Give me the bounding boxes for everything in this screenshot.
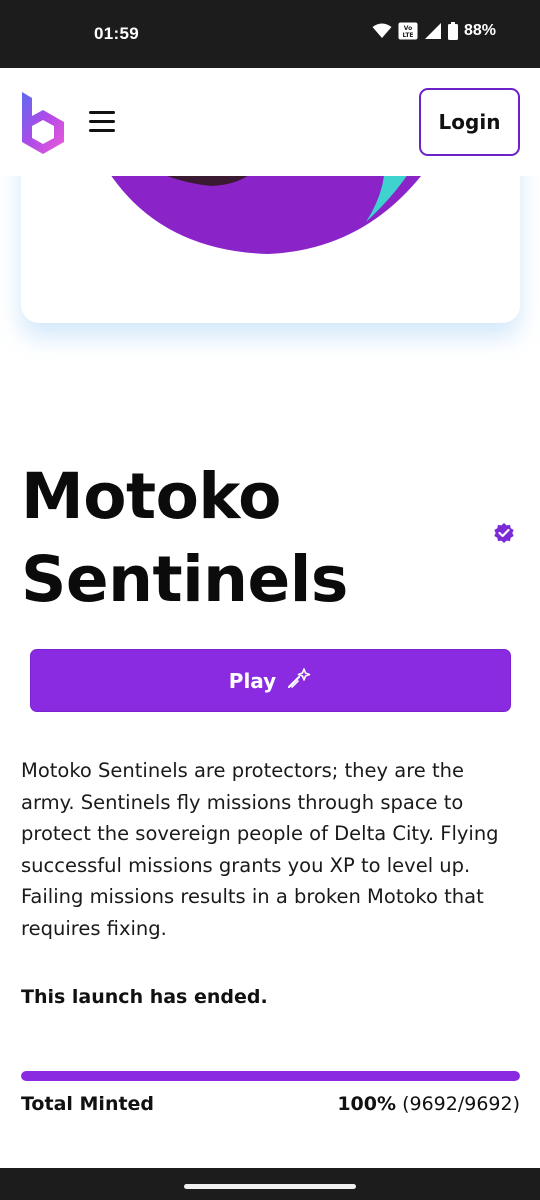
- minted-label: Total Minted: [21, 1093, 155, 1115]
- magic-wand-icon: [286, 666, 312, 695]
- battery-percent: 88%: [463, 22, 496, 39]
- minted-value: 100% (9692/9692): [337, 1093, 520, 1115]
- minted-count: (9692/9692): [402, 1093, 520, 1115]
- launch-status: This launch has ended.: [21, 986, 268, 1008]
- system-nav-bar: [0, 1168, 540, 1200]
- wifi-icon: [372, 23, 392, 39]
- b-logo-icon[interactable]: [20, 90, 66, 158]
- minted-progress-bar: [21, 1071, 520, 1081]
- status-time: 01:59: [94, 24, 139, 43]
- login-button[interactable]: Login: [419, 88, 520, 156]
- signal-icon: [424, 22, 442, 40]
- play-button[interactable]: Play: [30, 649, 511, 712]
- verified-badge-icon: [493, 522, 515, 548]
- minted-progress-fill: [21, 1071, 520, 1081]
- volte-icon: Vo LTE: [398, 22, 418, 40]
- site-header: Login: [0, 68, 540, 176]
- hamburger-menu-icon[interactable]: [89, 111, 115, 133]
- collection-title: Motoko Sentinels: [21, 455, 481, 621]
- status-icons: Vo LTE 88%: [372, 22, 496, 40]
- svg-text:Vo: Vo: [404, 25, 412, 32]
- minted-percent: 100%: [337, 1093, 397, 1115]
- svg-text:LTE: LTE: [402, 32, 413, 39]
- collection-description: Motoko Sentinels are protectors; they ar…: [21, 759, 499, 940]
- play-label: Play: [228, 668, 277, 693]
- battery-icon: [447, 22, 458, 40]
- title-line-2: Sentinels: [21, 543, 348, 616]
- home-indicator[interactable]: [184, 1184, 356, 1189]
- status-bar: 01:59 Vo LTE 88%: [0, 0, 540, 68]
- title-line-1: Motoko: [21, 460, 281, 533]
